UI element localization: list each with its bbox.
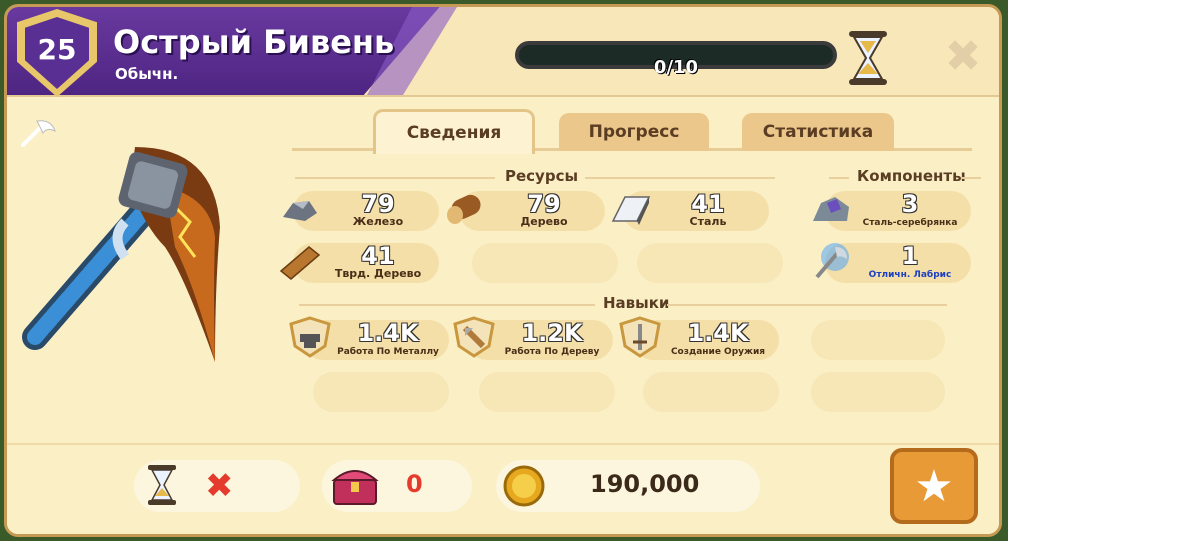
craft-progress-text: 0/10 [653,57,699,78]
empty-slot [313,372,449,412]
favorite-star-button[interactable]: ★ [890,448,978,524]
divider [961,177,981,179]
skill-slot[interactable]: 1.2K Работа По Дереву [453,316,613,360]
weaponcraft-icon [619,316,661,358]
close-button[interactable]: ✖ [941,35,985,79]
labrys-icon [815,243,849,279]
hourglass-icon [148,465,176,505]
header-bar: 25 Острый Бивень Обычн. 0/10 ✖ [7,7,999,97]
empty-slot [479,372,615,412]
resource-amount: 41 [691,190,725,218]
item-rarity: Обычн. [115,65,179,83]
skill-slot[interactable]: 1.4K Создание Оружия [619,316,779,360]
gold-coin-icon [503,465,545,507]
divider [299,304,595,306]
divider [667,304,947,306]
resource-name: Сталь [689,215,727,228]
tab-progress[interactable]: Прогресс [559,113,709,151]
skill-slot[interactable]: 1.4K Работа По Металлу [289,316,449,360]
empty-slot [811,320,945,360]
chest-count: 0 [406,470,423,498]
wood-icon [447,194,481,224]
resource-amount: 79 [527,190,561,218]
woodwork-icon [453,316,495,358]
empty-slot [811,372,945,412]
skill-level: 1.4K [687,319,749,347]
divider [295,177,495,179]
resource-slot[interactable]: 79 Железо [283,190,439,231]
resource-slot[interactable]: 79 Дерево [447,190,605,231]
skill-name: Создание Оружия [670,347,766,357]
resources-title: Ресурсы [505,167,579,185]
empty-slot [637,243,783,283]
empty-slot [472,243,618,283]
resource-name: Железо [352,215,404,228]
component-name: Отличн. Лабрис [868,270,952,280]
skill-name: Работа По Дереву [504,347,600,357]
no-time-icon: ✖ [205,466,234,506]
divider [829,177,849,179]
item-detail-panel: 25 Острый Бивень Обычн. 0/10 ✖ Сведения … [4,4,1002,537]
item-title: Острый Бивень [113,23,395,61]
skill-name: Работа По Металлу [337,347,439,357]
component-amount: 1 [901,242,919,270]
steel-icon [611,196,651,225]
component-slot[interactable]: 3 Сталь-серебрянка [813,190,971,231]
component-amount: 3 [901,190,919,218]
resource-amount: 79 [361,190,395,218]
components-title: Компоненты [857,167,966,185]
component-name: Сталь-серебрянка [862,218,958,228]
tab-statistics[interactable]: Статистика [742,113,894,151]
metalwork-icon [289,316,331,358]
resource-slot[interactable]: 41 Тврд. Дерево [279,242,439,283]
resource-name: Тврд. Дерево [334,267,422,280]
weapon-image [22,147,220,362]
resource-amount: 41 [361,242,395,270]
component-slot[interactable]: 1 Отличн. Лабрис [815,242,971,283]
empty-slot [643,372,779,412]
skill-level: 1.2K [521,319,583,347]
resource-name: Дерево [520,215,568,228]
hardwood-icon [279,246,321,280]
iron-icon [283,201,317,221]
chest-icon [331,470,379,505]
hourglass-icon [849,31,887,85]
star-icon: ★ [914,460,954,512]
resource-slot[interactable]: 41 Сталь [611,190,769,231]
item-price: 190,000 [590,470,700,498]
skill-level: 1.4K [357,319,419,347]
skills-title: Навыки [603,294,670,312]
silversteel-icon [813,197,849,221]
divider [585,177,775,179]
tab-details[interactable]: Сведения [373,109,535,154]
